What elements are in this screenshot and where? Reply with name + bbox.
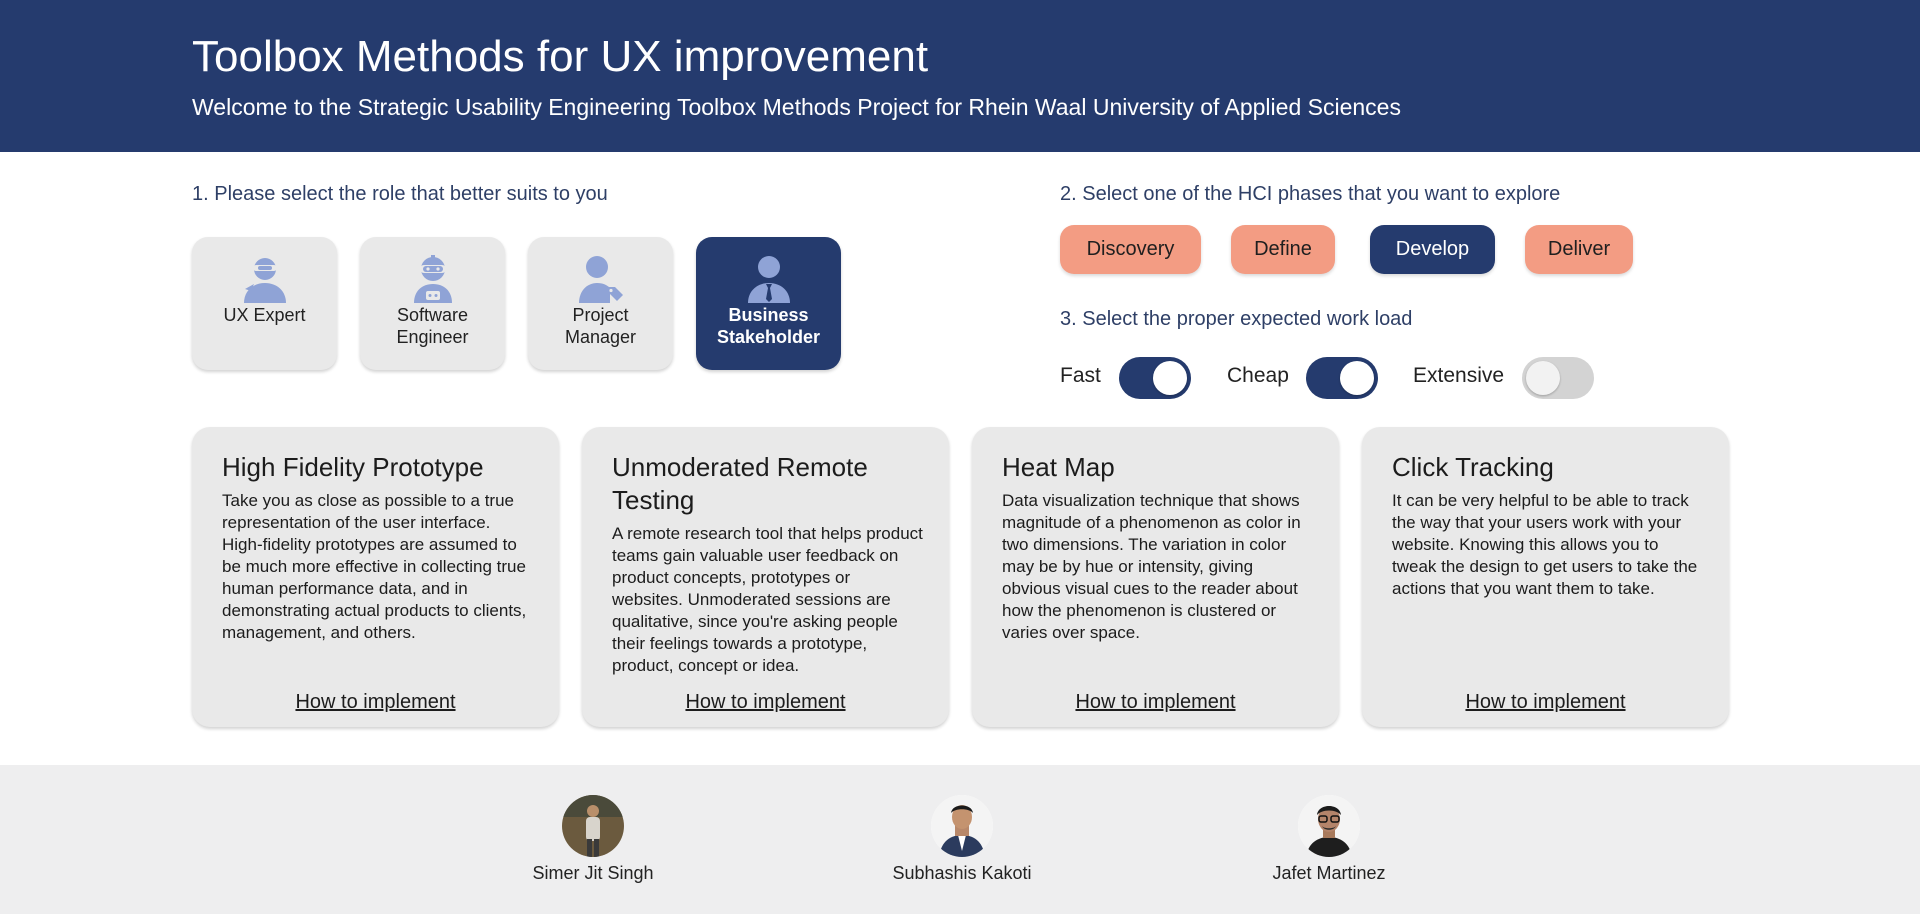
role-label: UX Expert [223, 305, 306, 325]
phase-button-define[interactable]: Define [1231, 225, 1335, 274]
team-member-name: Jafet Martinez [1272, 863, 1386, 883]
avatar [1298, 795, 1360, 857]
avatar [562, 795, 624, 857]
page-header: Toolbox Methods for UX improvement Welco… [0, 0, 1920, 152]
method-description: Data visualization technique that shows … [1002, 491, 1301, 642]
ninja-user-icon [243, 258, 286, 303]
method-title: High Fidelity Prototype [222, 452, 484, 482]
toggle-extensive[interactable] [1522, 357, 1594, 399]
page-title: Toolbox Methods for UX improvement [192, 32, 929, 81]
method-card-click-tracking: Click Tracking It can be very helpful to… [1362, 427, 1729, 727]
role-label: Business Stakeholder [716, 305, 821, 347]
role-card-business-stakeholder[interactable]: Business Stakeholder [696, 237, 841, 370]
toggle-label-extensive: Extensive [1413, 364, 1505, 387]
toggle-cheap[interactable] [1306, 357, 1378, 399]
role-section-label: 1. Please select the role that better su… [192, 183, 608, 205]
page-subtitle: Welcome to the Strategic Usability Engin… [192, 94, 1401, 120]
workload-section-label: 3. Select the proper expected work load [1060, 308, 1413, 330]
method-title: Click Tracking [1392, 452, 1554, 482]
team-member: Jafet Martinez [1199, 795, 1459, 884]
method-description: Take you as close as possible to a true … [222, 491, 527, 642]
phase-button-develop[interactable]: Develop [1370, 225, 1495, 274]
toggle-knob [1153, 361, 1187, 395]
phase-section-label: 2. Select one of the HCI phases that you… [1060, 183, 1561, 205]
role-label: Project Manager [564, 305, 637, 347]
user-tag-icon [578, 256, 623, 303]
method-title: Heat Map [1002, 452, 1115, 482]
robot-user-icon [413, 255, 452, 303]
role-card-ux-expert[interactable]: UX Expert [192, 237, 337, 370]
role-card-software-engineer[interactable]: Software Engineer [360, 237, 505, 370]
how-to-implement-link[interactable]: How to implement [972, 691, 1339, 714]
toggle-label-cheap: Cheap [1227, 364, 1289, 387]
team-member-name: Simer Jit Singh [532, 863, 654, 883]
how-to-implement-link[interactable]: How to implement [1362, 691, 1729, 714]
toggle-knob [1526, 361, 1560, 395]
method-description: A remote research tool that helps produc… [612, 524, 923, 675]
team-member: Subhashis Kakoti [832, 795, 1092, 884]
method-description: It can be very helpful to be able to tra… [1392, 491, 1698, 598]
toggle-label-fast: Fast [1060, 364, 1101, 387]
team-footer: Simer Jit Singh Subhashis Kakoti Jafet M… [0, 765, 1920, 914]
team-member: Simer Jit Singh [463, 795, 723, 884]
avatar [931, 795, 993, 857]
toggle-fast[interactable] [1119, 357, 1191, 399]
how-to-implement-link[interactable]: How to implement [192, 691, 559, 714]
toggle-knob [1340, 361, 1374, 395]
method-card-heat-map: Heat Map Data visualization technique th… [972, 427, 1339, 727]
method-title: Unmoderated Remote Testing [612, 452, 868, 515]
phase-button-discovery[interactable]: Discovery [1060, 225, 1201, 274]
role-card-project-manager[interactable]: Project Manager [528, 237, 673, 370]
user-tie-icon [747, 256, 790, 303]
team-member-name: Subhashis Kakoti [892, 863, 1032, 883]
phase-button-deliver[interactable]: Deliver [1525, 225, 1633, 274]
how-to-implement-link[interactable]: How to implement [582, 691, 949, 714]
role-label: Software Engineer [396, 305, 469, 347]
method-card-unmoderated-remote-testing: Unmoderated Remote Testing A remote rese… [582, 427, 949, 727]
method-card-high-fidelity-prototype: High Fidelity Prototype Take you as clos… [192, 427, 559, 727]
